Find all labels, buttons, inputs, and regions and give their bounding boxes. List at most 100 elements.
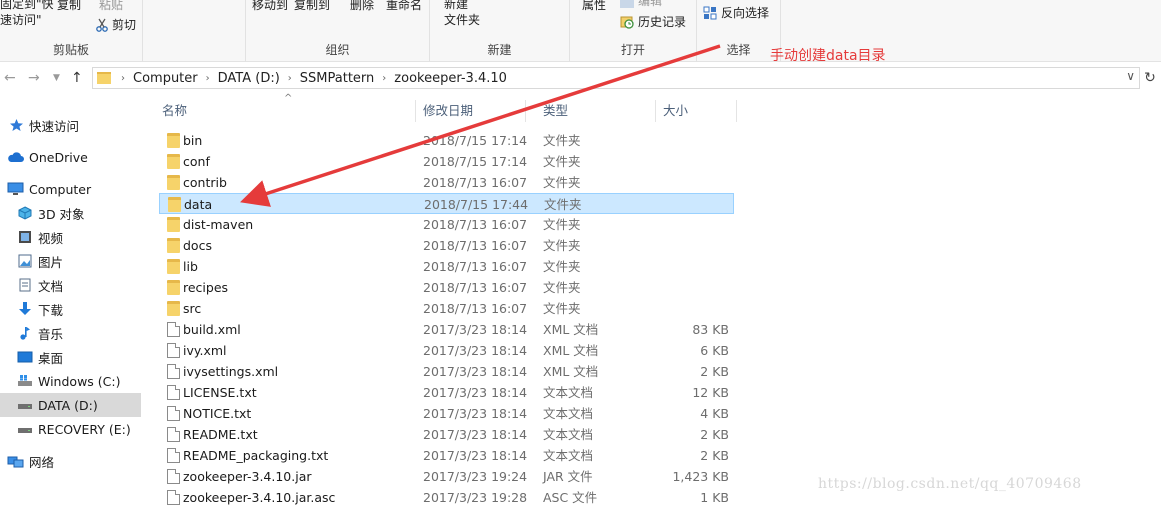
move-to-button[interactable]: 移动到 bbox=[252, 0, 288, 13]
file-row[interactable]: zookeeper-3.4.10.jar.asc 2017/3/23 19:28 A… bbox=[159, 487, 734, 505]
navigation-bar: ← → ▼ ↑ › Computer › DATA (D:) › SSMPatt… bbox=[0, 63, 1161, 93]
music-icon bbox=[17, 326, 33, 340]
folder-icon bbox=[167, 301, 180, 316]
file-type: 文件夹 bbox=[544, 197, 582, 212]
file-row[interactable]: README.txt 2017/3/23 18:14 文本文档 2 KB bbox=[159, 424, 734, 445]
file-date: 2017/3/23 18:14 bbox=[423, 427, 528, 442]
sidebar-item-downloads[interactable]: 下载 bbox=[0, 297, 141, 321]
file-icon bbox=[167, 469, 180, 484]
recent-locations-chevron-icon[interactable]: ▼ bbox=[53, 69, 60, 87]
sidebar-item-label: 文档 bbox=[38, 278, 64, 294]
file-type: XML 文档 bbox=[543, 364, 599, 379]
file-row[interactable]: docs 2018/7/13 16:07 文件夹 bbox=[159, 235, 734, 256]
refresh-icon[interactable]: ↻ bbox=[1141, 69, 1159, 87]
forward-arrow-icon[interactable]: → bbox=[28, 69, 40, 87]
breadcrumb-zookeeper[interactable]: zookeeper-3.4.10 bbox=[388, 71, 513, 86]
organize-group-label: 组织 bbox=[325, 43, 350, 57]
sidebar-item-data-d[interactable]: DATA (D:) bbox=[0, 393, 141, 417]
sidebar-item-pictures[interactable]: 图片 bbox=[0, 249, 141, 273]
invert-selection-label: 反向选择 bbox=[721, 6, 770, 20]
folder-icon bbox=[167, 259, 180, 274]
history-button[interactable]: 历史记录 bbox=[620, 13, 686, 30]
paste-button[interactable]: 粘贴 bbox=[99, 0, 123, 13]
column-header-date[interactable]: 修改日期 bbox=[406, 100, 526, 122]
file-row[interactable]: zookeeper-3.4.10.jar 2017/3/23 19:24 JAR 文… bbox=[159, 466, 734, 487]
sidebar-item-music[interactable]: 音乐 bbox=[0, 321, 141, 345]
rename-button[interactable]: 重命名 bbox=[386, 0, 422, 13]
file-row[interactable]: bin 2018/7/15 17:14 文件夹 bbox=[159, 130, 734, 151]
file-row[interactable]: dist-maven 2018/7/13 16:07 文件夹 bbox=[159, 214, 734, 235]
file-row[interactable]: recipes 2018/7/13 16:07 文件夹 bbox=[159, 277, 734, 298]
file-row[interactable]: build.xml 2017/3/23 18:14 XML 文档 83 KB bbox=[159, 319, 734, 340]
file-type: JAR 文件 bbox=[543, 469, 593, 484]
file-date: 2018/7/13 16:07 bbox=[423, 259, 528, 274]
folder-icon bbox=[167, 217, 180, 232]
drive-icon bbox=[17, 398, 33, 412]
back-arrow-icon[interactable]: ← bbox=[4, 69, 16, 87]
cut-button[interactable]: 剪切 bbox=[96, 16, 136, 33]
file-row[interactable]: LICENSE.txt 2017/3/23 18:14 文本文档 12 KB bbox=[159, 382, 734, 403]
breadcrumb-data-drive[interactable]: DATA (D:) bbox=[212, 71, 286, 86]
column-header-size[interactable]: 大小 bbox=[646, 100, 737, 122]
sidebar-item-3d-objects[interactable]: 3D 对象 bbox=[0, 201, 141, 225]
file-type: 文件夹 bbox=[543, 133, 581, 148]
file-name: build.xml bbox=[183, 322, 241, 337]
file-row[interactable]: ivysettings.xml 2017/3/23 18:14 XML 文档 2 KB bbox=[159, 361, 734, 382]
address-dropdown-chevron-icon[interactable]: ∨ bbox=[1126, 69, 1135, 83]
open-group-label: 打开 bbox=[620, 43, 645, 57]
invert-selection-button[interactable]: 反向选择 bbox=[703, 4, 769, 21]
up-arrow-icon[interactable]: ↑ bbox=[71, 69, 83, 87]
file-row[interactable]: NOTICE.txt 2017/3/23 18:14 文本文档 4 KB bbox=[159, 403, 734, 424]
delete-button[interactable]: 删除 bbox=[350, 0, 374, 13]
file-size: 12 KB bbox=[692, 385, 729, 400]
file-type: 文本文档 bbox=[543, 385, 594, 400]
file-row[interactable]: contrib 2018/7/13 16:07 文件夹 bbox=[159, 172, 734, 193]
breadcrumb-separator-icon: › bbox=[382, 72, 387, 84]
sidebar-item-quick-access[interactable]: 快速访问 bbox=[0, 113, 141, 137]
copy-to-button[interactable]: 复制到 bbox=[294, 0, 330, 13]
file-row[interactable]: src 2018/7/13 16:07 文件夹 bbox=[159, 298, 734, 319]
sidebar-item-desktop[interactable]: 桌面 bbox=[0, 345, 141, 369]
sidebar-item-onedrive[interactable]: OneDrive bbox=[0, 145, 141, 169]
file-name: conf bbox=[183, 154, 210, 169]
file-date: 2018/7/13 16:07 bbox=[423, 238, 528, 253]
file-date: 2018/7/13 16:07 bbox=[423, 175, 528, 190]
pin-quick-access-button[interactable]: 固定到"快 速访问" bbox=[0, 0, 54, 28]
file-row[interactable]: lib 2018/7/13 16:07 文件夹 bbox=[159, 256, 734, 277]
sidebar-item-label: 快速访问 bbox=[29, 118, 80, 134]
folder-icon bbox=[167, 280, 180, 295]
breadcrumb-ssmpattern[interactable]: SSMPattern bbox=[294, 71, 381, 86]
edit-button[interactable]: 编辑 bbox=[620, 0, 662, 9]
column-header-type[interactable]: 类型 bbox=[526, 100, 656, 122]
file-row[interactable]: data 2018/7/15 17:44 文件夹 bbox=[159, 193, 734, 214]
annotation-label: 手动创建data目录 bbox=[770, 48, 886, 64]
file-name: data bbox=[184, 197, 213, 212]
file-row[interactable]: conf 2018/7/15 17:14 文件夹 bbox=[159, 151, 734, 172]
sidebar-item-network[interactable]: 网络 bbox=[0, 449, 141, 473]
file-name: zookeeper-3.4.10.jar.asc bbox=[183, 490, 336, 505]
select-group: 反向选择 选择 bbox=[697, 0, 781, 62]
file-name: lib bbox=[183, 259, 198, 274]
folder-icon bbox=[167, 154, 180, 169]
address-bar[interactable]: › Computer › DATA (D:) › SSMPattern › zo… bbox=[92, 67, 1140, 89]
file-icon bbox=[167, 364, 180, 379]
sidebar-item-windows-c[interactable]: Windows (C:) bbox=[0, 369, 141, 393]
sidebar-item-computer[interactable]: Computer bbox=[0, 177, 141, 201]
copy-button[interactable]: 复制 bbox=[57, 0, 81, 13]
history-icon bbox=[620, 15, 634, 29]
new-folder-button[interactable]: 新建 文件夹 bbox=[444, 0, 480, 28]
file-row[interactable]: ivy.xml 2017/3/23 18:14 XML 文档 6 KB bbox=[159, 340, 734, 361]
file-icon bbox=[167, 343, 180, 358]
file-name: README_packaging.txt bbox=[183, 448, 329, 463]
column-header-name[interactable]: 名称 bbox=[145, 100, 416, 122]
sidebar-item-recovery-e[interactable]: RECOVERY (E:) bbox=[0, 417, 141, 441]
sidebar-item-label: Windows (C:) bbox=[38, 373, 121, 389]
sidebar-item-videos[interactable]: 视频 bbox=[0, 225, 141, 249]
sidebar-item-documents[interactable]: 文档 bbox=[0, 273, 141, 297]
file-date: 2018/7/13 16:07 bbox=[423, 217, 528, 232]
clipboard-group-label: 剪贴板 bbox=[52, 43, 89, 57]
properties-button[interactable]: 属性 bbox=[582, 0, 606, 13]
breadcrumb-computer[interactable]: Computer bbox=[127, 71, 204, 86]
file-row[interactable]: README_packaging.txt 2017/3/23 18:14 文本文档 2… bbox=[159, 445, 734, 466]
file-size: 1 KB bbox=[700, 490, 729, 505]
